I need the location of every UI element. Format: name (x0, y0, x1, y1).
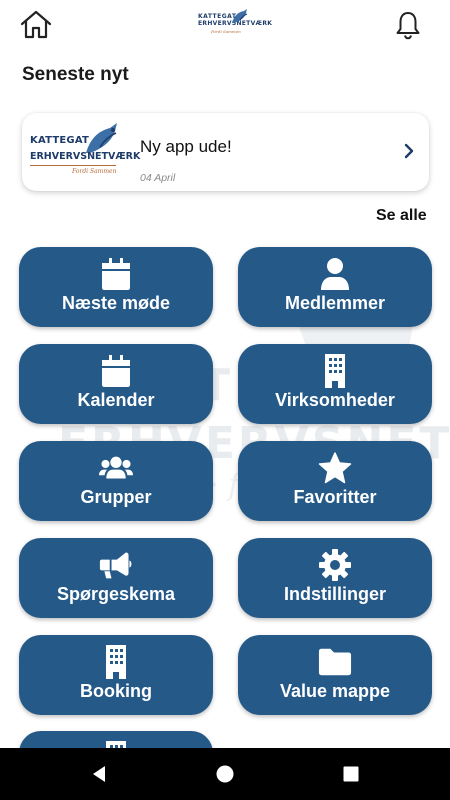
tile-label: Kalender (77, 390, 155, 410)
system-nav-bar (0, 748, 450, 800)
calendar-icon (99, 257, 133, 291)
tile-members[interactable]: Medlemmer (238, 247, 432, 327)
user-icon (318, 257, 352, 291)
tile-label: Booking (80, 681, 152, 701)
tile-survey[interactable]: Spørgeskema (19, 538, 213, 618)
tile-label: Indstillinger (283, 584, 386, 604)
news-card[interactable]: KATTEGAT ERHVERVSNETVÆRK Fordi Sammen Ny… (22, 113, 429, 191)
news-logo-divider (30, 165, 116, 166)
home-button[interactable] (20, 10, 52, 40)
gear-icon (318, 548, 352, 582)
news-logo-tagline: Fordi Sammen (72, 168, 117, 175)
tile-booking[interactable]: Booking (19, 635, 213, 715)
tile-next-meeting[interactable]: Næste møde (19, 247, 213, 327)
tile-label: Spørgeskema (56, 584, 176, 604)
back-triangle-icon (93, 766, 105, 782)
nav-recents-button[interactable] (343, 766, 359, 782)
calendar-icon (99, 354, 133, 388)
nav-home-button[interactable] (216, 765, 234, 783)
tile-label: Favoritter (293, 487, 377, 507)
building-icon (99, 645, 133, 679)
tile-label: Medlemmer (284, 293, 386, 313)
header-logo-tagline: Fordi Sammen (211, 29, 241, 34)
tile-value-folder[interactable]: Value mappe (238, 635, 432, 715)
tile-settings[interactable]: Indstillinger (238, 538, 432, 618)
tile-label: Grupper (80, 487, 152, 507)
tile-label: Næste møde (61, 293, 171, 313)
notifications-button[interactable] (393, 10, 423, 40)
news-card-logo: KATTEGAT ERHVERVSNETVÆRK Fordi Sammen (30, 121, 140, 181)
users-icon (99, 451, 133, 485)
tile-companies[interactable]: Virksomheder (238, 344, 432, 424)
header-logo: KATTEGAT ERHVERVSNETVÆRK Fordi Sammen (198, 8, 272, 36)
home-icon (20, 10, 52, 39)
bell-icon (396, 12, 420, 40)
chevron-right-icon (402, 142, 416, 160)
news-logo-line2: ERHVERVSNETVÆRK (30, 151, 141, 162)
tile-favorites[interactable]: Favoritter (238, 441, 432, 521)
tile-label: Value mappe (279, 681, 391, 701)
megaphone-icon (99, 548, 133, 582)
recents-square-icon (343, 766, 359, 782)
see-all-link[interactable]: Se alle (376, 207, 427, 225)
nav-back-button[interactable] (90, 765, 108, 783)
logo-mark-icon (232, 9, 248, 23)
top-bar: KATTEGAT ERHVERVSNETVÆRK Fordi Sammen (0, 0, 450, 50)
tile-groups[interactable]: Grupper (19, 441, 213, 521)
tile-calendar[interactable]: Kalender (19, 344, 213, 424)
folder-icon (318, 645, 352, 679)
news-item-date: 04 April (140, 172, 176, 184)
news-logo-line1: KATTEGAT (30, 135, 90, 146)
star-icon (318, 451, 352, 485)
tile-label: Virksomheder (275, 390, 395, 410)
building-icon (318, 354, 352, 388)
news-item-title: Ny app ude! (140, 137, 232, 156)
home-circle-icon (216, 765, 234, 783)
latest-news-title: Seneste nyt (22, 64, 129, 85)
